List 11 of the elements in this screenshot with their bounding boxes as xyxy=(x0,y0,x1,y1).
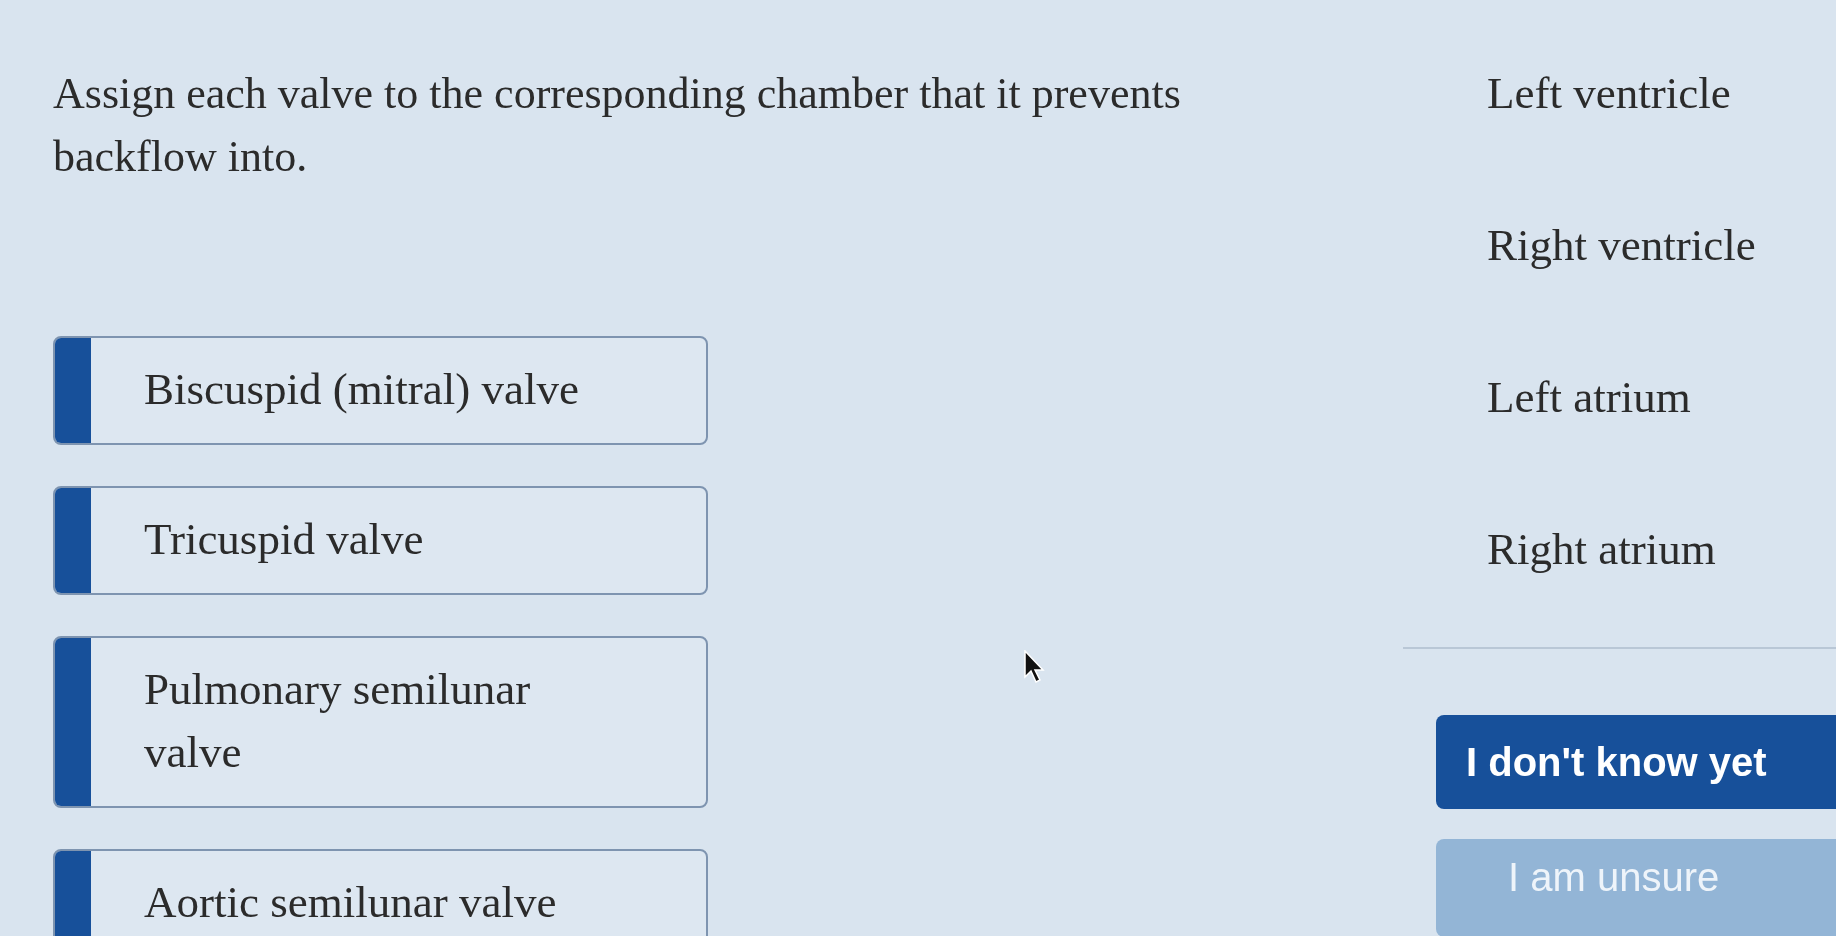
cursor-icon xyxy=(1024,650,1046,684)
valve-card[interactable]: Aortic semilunar valve xyxy=(53,849,708,936)
valve-card[interactable]: Biscuspid (mitral) valve xyxy=(53,336,708,445)
chamber-label[interactable]: Left atrium xyxy=(1487,366,1691,429)
chamber-label[interactable]: Right atrium xyxy=(1487,518,1716,581)
valve-card[interactable]: Pulmonary semilunar valve xyxy=(53,636,708,808)
question-text: Assign each valve to the corresponding chamber that it prevents backflow into. xyxy=(53,68,1182,183)
answer-button[interactable]: I don't know yet xyxy=(1436,715,1836,809)
chamber-label[interactable]: Right ventricle xyxy=(1487,214,1756,277)
valve-card[interactable]: Tricuspid valve xyxy=(53,486,708,595)
chamber-label[interactable]: Left ventricle xyxy=(1487,62,1731,125)
